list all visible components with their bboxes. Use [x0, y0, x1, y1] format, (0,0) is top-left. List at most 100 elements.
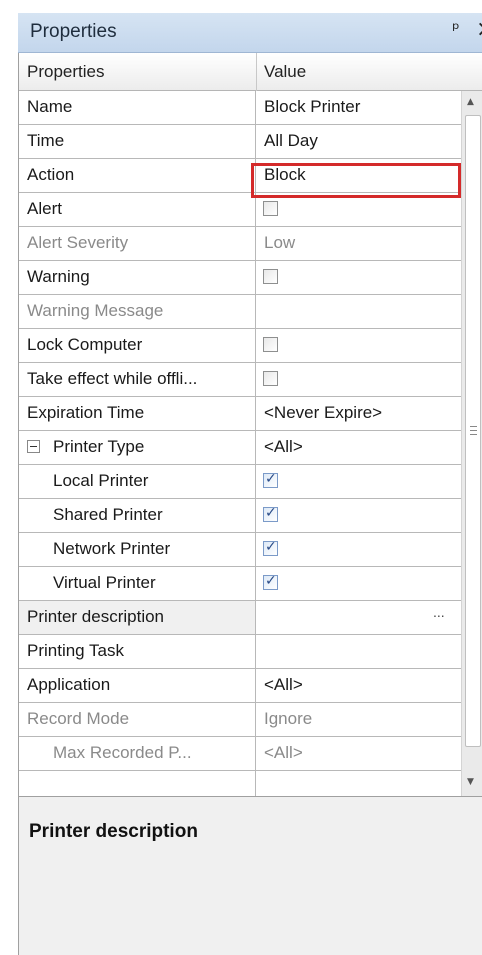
property-checkbox[interactable]	[263, 201, 278, 216]
property-row[interactable]: Action Block	[19, 159, 461, 193]
property-name-cell[interactable]: Virtual Printer	[19, 567, 256, 600]
property-row[interactable]: Application <All>	[19, 669, 461, 703]
property-name-cell[interactable]: Take effect while offli...	[19, 363, 256, 396]
property-value-cell[interactable]: ✓	[256, 567, 461, 600]
property-value: Low	[264, 233, 296, 252]
close-icon[interactable]: ×	[476, 17, 482, 42]
property-value-cell[interactable]: <All>	[256, 669, 461, 702]
property-name-cell[interactable]: Name	[19, 91, 256, 124]
property-checkbox[interactable]: ✓	[263, 505, 278, 522]
property-row[interactable]: Network Printer ✓	[19, 533, 461, 567]
property-name-cell[interactable]: Local Printer	[19, 465, 256, 498]
property-value-cell[interactable]	[256, 193, 461, 226]
property-name-cell[interactable]: Application	[19, 669, 256, 702]
property-name: Printer description	[27, 607, 165, 626]
property-row[interactable]: Max Recorded P... <All>	[19, 737, 461, 771]
property-name-cell[interactable]: Action	[19, 159, 256, 192]
checkmark-icon: ✓	[265, 539, 277, 555]
description-panel: Printer description	[18, 796, 482, 955]
property-checkbox[interactable]	[263, 371, 278, 386]
property-name-cell[interactable]: Max Recorded P...	[19, 737, 256, 770]
property-value-cell[interactable]: Block Printer	[256, 91, 461, 124]
property-name-cell[interactable]: Warning	[19, 261, 256, 294]
property-value-cell[interactable]: All Day	[256, 125, 461, 158]
property-value-cell[interactable]	[256, 261, 461, 294]
scroll-thumb[interactable]	[465, 115, 481, 747]
scroll-down-icon[interactable]: ▼	[467, 777, 474, 787]
property-name-cell[interactable]: Network Printer	[19, 533, 256, 566]
property-value-cell[interactable]: ✓	[256, 465, 461, 498]
property-row[interactable]: Warning Message	[19, 295, 461, 329]
property-name: Name	[27, 97, 73, 116]
property-row[interactable]: Name Block Printer	[19, 91, 461, 125]
property-row[interactable]: Shared Printer ✓	[19, 499, 461, 533]
property-name-cell[interactable]: Lock Computer	[19, 329, 256, 362]
pin-icon[interactable]: ᵖ	[452, 19, 460, 40]
property-name-cell[interactable]: Printer description	[19, 601, 256, 634]
property-name: Lock Computer	[27, 335, 143, 354]
property-checkbox[interactable]	[263, 269, 278, 284]
property-value-cell[interactable]: <All>	[256, 737, 461, 770]
property-name: Action	[27, 165, 75, 184]
property-value-cell[interactable]: ✓	[256, 499, 461, 532]
property-row[interactable]: Time All Day	[19, 125, 461, 159]
property-name-cell[interactable]: Time	[19, 125, 256, 158]
property-name-cell[interactable]: Record Mode	[19, 703, 256, 736]
property-checkbox[interactable]: ✓	[263, 539, 278, 556]
property-name: Record Mode	[27, 709, 130, 728]
property-row[interactable]: Expiration Time <Never Expire>	[19, 397, 461, 431]
property-value-cell[interactable]: <Never Expire>	[256, 397, 461, 430]
property-row[interactable]: Warning	[19, 261, 461, 295]
column-header-properties[interactable]: Properties	[27, 62, 104, 82]
property-name-cell[interactable]: Expiration Time	[19, 397, 256, 430]
scroll-up-icon[interactable]: ▲	[467, 97, 474, 107]
property-checkbox[interactable]: ✓	[263, 471, 278, 488]
property-name: Local Printer	[53, 471, 149, 490]
property-value-cell[interactable]: Low	[256, 227, 461, 260]
property-checkbox[interactable]: ✓	[263, 573, 278, 590]
property-row[interactable]: Printing Task	[19, 635, 461, 669]
property-name: Take effect while offli...	[27, 369, 198, 388]
window-title: Properties	[30, 21, 117, 42]
property-value-cell[interactable]: ...	[256, 601, 461, 634]
property-name-cell[interactable]: Warning Message	[19, 295, 256, 328]
ellipsis-button[interactable]: ...	[433, 604, 445, 620]
collapse-icon[interactable]	[27, 440, 40, 453]
property-name: Printer Type	[53, 437, 145, 456]
property-name-cell[interactable]: Printer Type	[19, 431, 256, 464]
property-value: Block	[264, 165, 306, 184]
property-value-cell[interactable]	[256, 363, 461, 396]
property-value-cell[interactable]: Ignore	[256, 703, 461, 736]
property-value-cell[interactable]: Block	[256, 159, 461, 192]
property-name-cell[interactable]: Shared Printer	[19, 499, 256, 532]
checkmark-icon: ✓	[265, 505, 277, 521]
property-value: <All>	[264, 675, 303, 694]
property-value-cell[interactable]	[256, 635, 461, 668]
property-row[interactable]: Take effect while offli...	[19, 363, 461, 397]
property-row[interactable]: Alert	[19, 193, 461, 227]
property-value-cell[interactable]	[256, 329, 461, 362]
property-row[interactable]: Printer description...	[19, 601, 461, 635]
property-row[interactable]: Record Mode Ignore	[19, 703, 461, 737]
property-value-cell[interactable]: <All>	[256, 431, 461, 464]
property-row[interactable]: Alert Severity Low	[19, 227, 461, 261]
property-name: Warning Message	[27, 301, 164, 320]
property-row[interactable]: Lock Computer	[19, 329, 461, 363]
property-name: Network Printer	[53, 539, 171, 558]
property-value: Block Printer	[264, 97, 361, 116]
property-value-cell[interactable]: ✓	[256, 533, 461, 566]
property-name: Application	[27, 675, 111, 694]
checkmark-icon: ✓	[265, 471, 277, 487]
column-divider[interactable]	[256, 53, 257, 91]
column-header-value[interactable]: Value	[264, 62, 306, 82]
property-row[interactable]: Printer Type <All>	[19, 431, 461, 465]
property-row[interactable]: Local Printer ✓	[19, 465, 461, 499]
property-checkbox[interactable]	[263, 337, 278, 352]
property-name-cell[interactable]: Alert	[19, 193, 256, 226]
property-value-cell[interactable]	[256, 295, 461, 328]
property-name-cell[interactable]: Alert Severity	[19, 227, 256, 260]
property-name-cell[interactable]: Printing Task	[19, 635, 256, 668]
vertical-scrollbar[interactable]: ▲ ▼	[461, 91, 482, 796]
property-row[interactable]: Virtual Printer ✓	[19, 567, 461, 601]
property-name: Printing Task	[27, 641, 125, 660]
